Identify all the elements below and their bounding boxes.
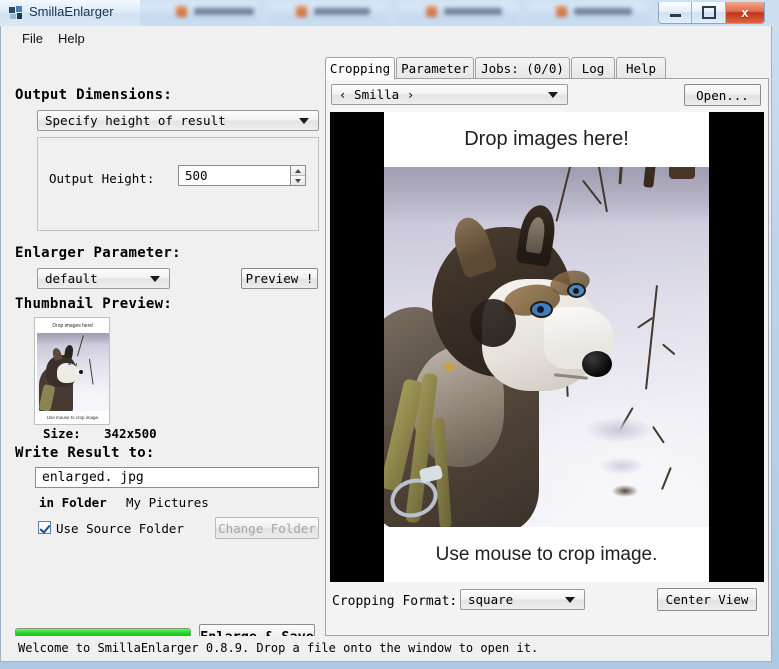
chevron-down-icon [299, 117, 309, 124]
window-title: SmillaEnlarger [29, 4, 114, 19]
tab-help[interactable]: Help [616, 57, 666, 78]
image-file-combo[interactable]: ‹ Smilla › [331, 84, 568, 105]
folder-value: My Pictures [126, 495, 209, 510]
right-panel: Cropping Parameter Jobs: (0/0) Log Help … [325, 57, 769, 643]
drop-hint-bottom-band: Use mouse to crop image. [384, 527, 709, 582]
minimize-icon [669, 13, 681, 17]
minimize-button[interactable] [659, 2, 693, 23]
image-preview-viewport[interactable]: Drop images here! Use mouse to crop imag… [330, 112, 764, 582]
thumbnail-image: Drop images here! Use mouse to crop imag… [37, 320, 109, 424]
enlarger-parameter-value: default [45, 271, 98, 286]
app-icon [9, 6, 22, 19]
left-panel: Output Dimensions: Specify height of res… [1, 49, 323, 659]
menu-bar: File Help [1, 26, 771, 49]
status-bar: Welcome to SmillaEnlarger 0.8.9. Drop a … [1, 636, 771, 660]
size-value: 342x500 [104, 426, 157, 441]
maximize-button[interactable] [692, 2, 726, 23]
drop-hint-bottom-text: Use mouse to crop image. [435, 544, 658, 565]
tab-cropping[interactable]: Cropping [325, 57, 395, 80]
size-label: Size: [43, 426, 81, 441]
output-mode-combo[interactable]: Specify height of result [37, 110, 319, 131]
thumbnail-bottom-hint: Use mouse to crop image. [37, 411, 109, 424]
close-button[interactable]: x [725, 2, 764, 23]
maximize-icon [701, 6, 716, 19]
write-result-heading: Write Result to: [15, 445, 155, 461]
application-window: SmillaEnlarger x File Help Output Dimens… [0, 0, 772, 662]
thumbnail-preview[interactable]: Drop images here! Use mouse to crop imag… [34, 317, 110, 425]
thumbnail-top-hint: Drop images here! [37, 320, 109, 333]
enlarger-parameter-heading: Enlarger Parameter: [15, 245, 181, 261]
drop-hint-top-text: Drop images here! [464, 128, 629, 150]
chevron-down-icon [548, 91, 558, 98]
thumbnail-scene [37, 333, 109, 411]
menu-help[interactable]: Help [52, 30, 91, 47]
stepper-up-icon[interactable] [291, 166, 305, 176]
client-area: File Help Output Dimensions: Specify hei… [0, 26, 772, 662]
cropping-format-label: Cropping Format: [332, 594, 458, 609]
tab-jobs[interactable]: Jobs: (0/0) [475, 57, 570, 78]
chevron-down-icon [150, 275, 160, 282]
output-dimensions-heading: Output Dimensions: [15, 87, 173, 103]
status-bar-text: Welcome to SmillaEnlarger 0.8.9. Drop a … [18, 641, 539, 655]
tab-log[interactable]: Log [571, 57, 615, 78]
use-source-folder-checkbox[interactable] [38, 521, 51, 534]
photo-husky-in-snow [384, 167, 709, 527]
chevron-down-icon [565, 596, 575, 603]
output-height-input[interactable]: 500 [178, 165, 291, 186]
output-filename-input[interactable]: enlarged. jpg [35, 467, 319, 488]
thumbnail-preview-heading: Thumbnail Preview: [15, 296, 173, 312]
drop-hint-top-band: Drop images here! [384, 112, 709, 167]
cropping-format-combo[interactable]: square [460, 589, 585, 610]
window-controls: x [658, 2, 765, 24]
output-mode-value: Specify height of result [45, 113, 226, 128]
tab-parameter[interactable]: Parameter [396, 57, 474, 78]
close-icon: x [741, 5, 749, 20]
output-height-label: Output Height: [49, 171, 155, 186]
preview-button[interactable]: Preview ! [241, 268, 318, 289]
enlarger-parameter-combo[interactable]: default [37, 268, 170, 289]
output-height-stepper[interactable] [290, 165, 306, 186]
cropping-format-value: square [468, 592, 514, 607]
center-view-button[interactable]: Center View [657, 588, 757, 611]
stepper-down-icon[interactable] [291, 176, 305, 185]
change-folder-button[interactable]: Change Folder [215, 517, 319, 539]
cropping-tab-panel: ‹ Smilla › Open... Drop images here! Use… [325, 78, 769, 636]
open-button[interactable]: Open... [684, 84, 761, 106]
image-file-value: ‹ Smilla › [339, 87, 415, 102]
menu-file[interactable]: File [16, 30, 49, 47]
use-source-folder-label: Use Source Folder [56, 521, 184, 536]
in-folder-label: in Folder [39, 495, 107, 510]
title-bar[interactable]: SmillaEnlarger x [0, 0, 772, 26]
